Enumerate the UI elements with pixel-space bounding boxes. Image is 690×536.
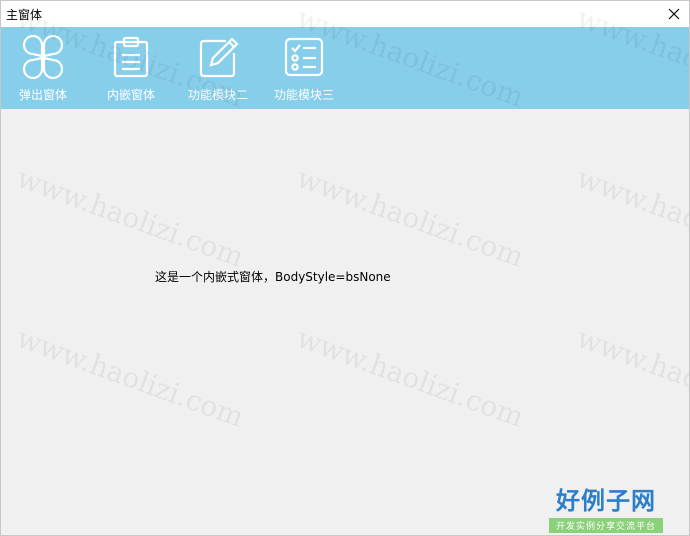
toolbar-label: 功能模块三 <box>273 88 334 102</box>
clover-icon <box>22 35 64 79</box>
logo-title: 好例子网 <box>556 486 656 515</box>
title-bar: 主窗体 <box>1 1 689 27</box>
toolbar-module-three-button[interactable]: 功能模块三 <box>267 27 341 109</box>
toolbar-module-two-button[interactable]: 功能模块二 <box>181 27 255 109</box>
toolbar-label: 内嵌窗体 <box>106 88 155 102</box>
close-icon <box>668 8 680 20</box>
main-window: 主窗体 弹出窗体 内嵌窗体 功能模块二 功能模块三 这是一个内嵌式窗体，Body… <box>0 0 690 536</box>
toolbar-embedded-form-button[interactable]: 内嵌窗体 <box>97 27 165 109</box>
window-title: 主窗体 <box>6 8 43 22</box>
edit-icon <box>199 37 239 78</box>
site-logo: 好例子网 开发实例分享交流平台 <box>549 481 663 533</box>
logo-subtitle: 开发实例分享交流平台 <box>549 518 663 533</box>
embedded-form-message: 这是一个内嵌式窗体，BodyStyle=bsNone <box>155 270 391 284</box>
toolbar: 弹出窗体 内嵌窗体 功能模块二 功能模块三 <box>1 27 689 109</box>
checklist-icon <box>284 37 324 77</box>
toolbar-popup-form-button[interactable]: 弹出窗体 <box>9 27 77 109</box>
embedded-form-area: 这是一个内嵌式窗体，BodyStyle=bsNone <box>1 109 689 535</box>
toolbar-label: 功能模块二 <box>187 88 248 102</box>
close-button[interactable] <box>659 1 689 27</box>
toolbar-label: 弹出窗体 <box>18 88 67 102</box>
clipboard-icon <box>113 36 149 78</box>
